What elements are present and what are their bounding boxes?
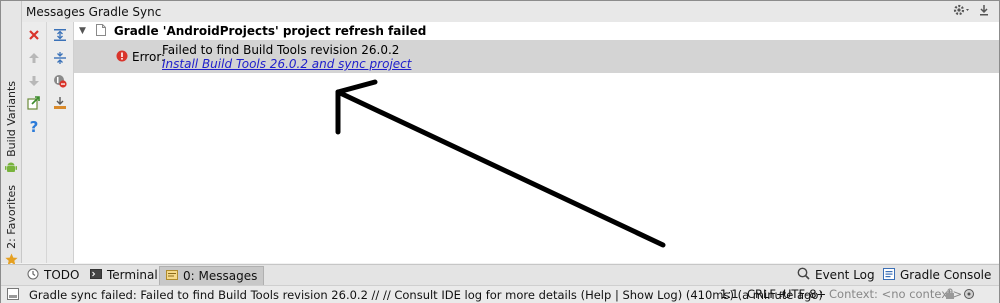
context-indicator: Context: <no context> bbox=[829, 287, 963, 301]
caret-position[interactable]: 1:1 bbox=[720, 287, 739, 301]
message-toolbar-right bbox=[47, 22, 74, 263]
lock-icon[interactable] bbox=[945, 288, 955, 303]
expand-all-icon[interactable] bbox=[51, 26, 69, 44]
gear-icon[interactable] bbox=[953, 4, 971, 19]
line-separator[interactable]: CRLF÷ bbox=[747, 287, 786, 301]
messages-tab[interactable]: 0: Messages bbox=[159, 266, 265, 286]
inspector-icon[interactable] bbox=[963, 288, 975, 303]
favorites-label: 2: Favorites bbox=[4, 185, 18, 249]
error-message-row[interactable]: Error: Failed to find Build Tools revisi… bbox=[74, 40, 999, 73]
terminal-icon bbox=[90, 268, 102, 283]
export-icon[interactable] bbox=[25, 94, 43, 112]
message-group-title: Gradle 'AndroidProjects' project refresh… bbox=[113, 24, 427, 38]
status-message[interactable]: Gradle sync failed: Failed to find Build… bbox=[29, 288, 823, 302]
download-icon[interactable] bbox=[51, 94, 69, 112]
previous-message-icon[interactable] bbox=[25, 49, 43, 67]
gradle-console-tab[interactable]: Gradle Console bbox=[877, 266, 997, 284]
event-log-label: Event Log bbox=[815, 268, 875, 282]
tool-window-tabs: TODO Terminal 0: Messages Event Log Grad… bbox=[1, 264, 999, 286]
message-group-row[interactable]: ▼ Gradle 'AndroidProjects' project refre… bbox=[74, 22, 999, 40]
collapse-all-icon[interactable] bbox=[51, 49, 69, 67]
favorites-tab[interactable]: 2: Favorites bbox=[1, 185, 21, 269]
error-text: Failed to find Build Tools revision 26.0… bbox=[162, 43, 400, 57]
file-encoding[interactable]: UTF-8÷ bbox=[783, 287, 826, 301]
panel-title-bar: Messages Gradle Sync bbox=[22, 1, 999, 23]
messages-icon bbox=[166, 269, 178, 284]
todo-icon bbox=[27, 268, 39, 283]
hide-panel-icon[interactable] bbox=[979, 4, 989, 19]
help-icon[interactable]: ? bbox=[25, 118, 43, 136]
expand-triangle-icon[interactable]: ▼ bbox=[79, 26, 86, 36]
install-build-tools-link[interactable]: Install Build Tools 26.0.2 and sync proj… bbox=[162, 57, 411, 71]
stop-icon[interactable] bbox=[51, 72, 69, 90]
next-message-icon[interactable] bbox=[25, 72, 43, 90]
todo-tab[interactable]: TODO bbox=[21, 266, 85, 284]
close-icon[interactable] bbox=[25, 26, 43, 44]
gradle-console-icon bbox=[883, 267, 895, 283]
todo-label: TODO bbox=[44, 268, 80, 282]
gradle-console-label: Gradle Console bbox=[900, 268, 992, 282]
panel-title: Messages Gradle Sync bbox=[26, 4, 162, 19]
gradle-file-icon bbox=[95, 23, 106, 39]
android-icon bbox=[5, 161, 17, 176]
status-bar: Gradle sync failed: Failed to find Build… bbox=[1, 285, 999, 303]
event-log-icon bbox=[797, 267, 810, 283]
error-icon bbox=[116, 50, 128, 65]
left-tool-strip: Build Variants 2: Favorites bbox=[1, 1, 22, 265]
error-label: Error: bbox=[132, 50, 166, 64]
build-variants-tab[interactable]: Build Variants bbox=[1, 81, 21, 176]
messages-label: 0: Messages bbox=[183, 269, 258, 283]
terminal-tab[interactable]: Terminal bbox=[84, 266, 164, 284]
messages-tree: ▼ Gradle 'AndroidProjects' project refre… bbox=[74, 22, 999, 263]
terminal-label: Terminal bbox=[107, 268, 158, 282]
event-log-tab[interactable]: Event Log bbox=[791, 266, 881, 284]
build-variants-label: Build Variants bbox=[4, 81, 18, 157]
status-toggle-icon[interactable] bbox=[7, 288, 19, 303]
message-toolbar-left: ? bbox=[22, 22, 47, 263]
